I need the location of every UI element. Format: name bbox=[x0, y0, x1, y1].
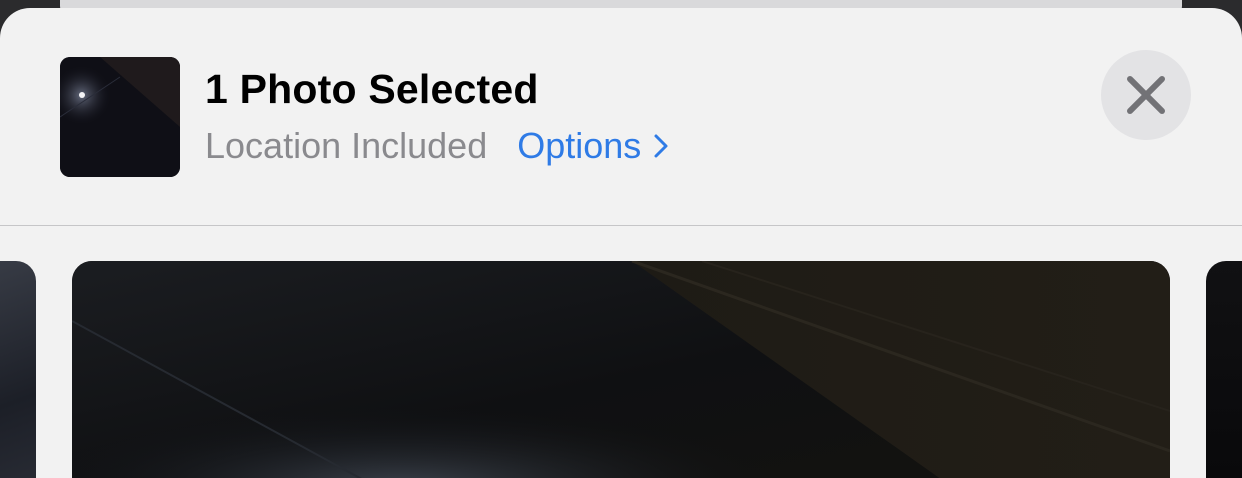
options-button[interactable]: Options bbox=[517, 125, 669, 167]
previous-photo-preview[interactable] bbox=[0, 261, 36, 478]
selected-photo-thumbnail bbox=[60, 57, 180, 177]
selected-photo-preview[interactable] bbox=[72, 261, 1170, 478]
xmark-icon bbox=[1127, 76, 1165, 114]
share-sheet: 1 Photo Selected Location Included Optio… bbox=[0, 8, 1242, 478]
share-sheet-header: 1 Photo Selected Location Included Optio… bbox=[0, 8, 1242, 225]
selection-subtitle: Location Included Options bbox=[205, 125, 669, 167]
location-status-label: Location Included bbox=[205, 125, 488, 166]
close-button[interactable] bbox=[1101, 50, 1191, 140]
options-label: Options bbox=[517, 125, 642, 166]
selection-title: 1 Photo Selected bbox=[205, 66, 539, 112]
next-photo-preview[interactable] bbox=[1206, 261, 1242, 478]
photo-carousel[interactable] bbox=[0, 226, 1242, 478]
chevron-right-icon bbox=[654, 134, 668, 158]
